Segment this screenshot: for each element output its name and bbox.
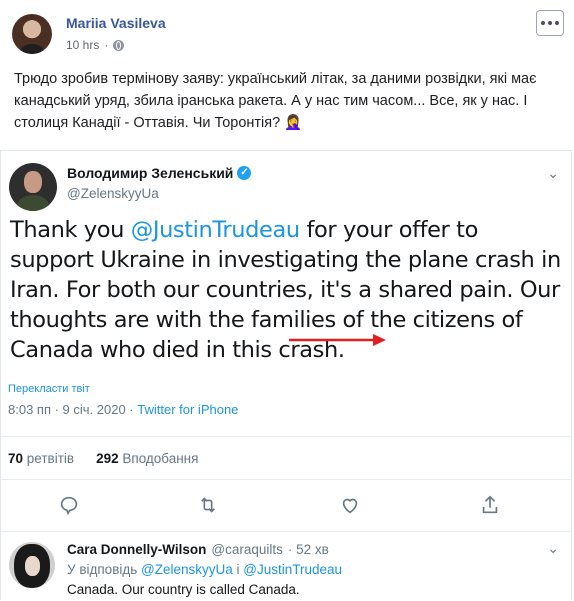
heart-icon[interactable] [339, 494, 361, 516]
chevron-down-icon[interactable]: ⌄ [547, 165, 559, 182]
tweet-time[interactable]: 8:03 пп · 9 січ. 2020 · [8, 402, 137, 417]
reply-handle[interactable]: @caraquilts [211, 542, 282, 557]
post-meta: 10 hrs · [66, 38, 125, 52]
translate-tweet-link[interactable]: Перекласти твіт [8, 383, 90, 395]
reply-text: Canada. Our country is called Canada. [67, 582, 300, 597]
tweet-text: Thank you @JustinTrudeau for your offer … [10, 215, 565, 365]
more-options-button[interactable] [536, 10, 564, 36]
facebook-post: Mariia Vasileva 10 hrs · Трюдо зробив те… [0, 0, 574, 150]
reply-mention[interactable]: @ZelenskyyUa [141, 562, 233, 577]
post-time[interactable]: 10 hrs [66, 38, 99, 52]
meta-separator: · [104, 38, 109, 52]
tweet-mention[interactable]: @JustinTrudeau [131, 217, 300, 243]
tweet-source[interactable]: Twitter for iPhone [137, 402, 238, 417]
reply-avatar[interactable] [9, 542, 55, 588]
likes-count: 292 [96, 450, 119, 466]
share-icon[interactable] [479, 494, 501, 516]
more-dot-icon [555, 21, 559, 25]
retweets-label: ретвітів [26, 450, 75, 466]
replying-and: і [232, 562, 244, 577]
likes-stat[interactable]: 292 Вподобання [96, 451, 198, 466]
reply-header: Cara Donnelly-Wilson @caraquilts · 52 хв [67, 542, 329, 557]
tweet-author[interactable]: Володимир Зеленський ✓ [67, 165, 252, 181]
more-dot-icon [541, 21, 545, 25]
author-name[interactable]: Mariia Vasileva [66, 15, 166, 31]
tweet-stats: 70 ретвітів 292 Вподобання [1, 436, 571, 480]
likes-label: Вподобання [122, 450, 199, 466]
globe-icon [113, 39, 125, 51]
retweets-count: 70 [8, 450, 24, 466]
chevron-down-icon[interactable]: ⌄ [547, 540, 559, 557]
tweet-avatar[interactable] [9, 163, 57, 211]
tweet-author-name: Володимир Зеленський [67, 165, 234, 181]
reply-tweet[interactable]: Cara Donnelly-Wilson @caraquilts · 52 хв… [1, 532, 571, 601]
more-dot-icon [548, 21, 552, 25]
reply-mention[interactable]: @JustinTrudeau [243, 562, 342, 577]
tweet-handle[interactable]: @ZelenskyyUa [67, 186, 159, 201]
post-text: Трюдо зробив термінову заяву: українськи… [14, 71, 537, 131]
replying-prefix: У відповідь [67, 562, 142, 577]
verified-badge-icon: ✓ [237, 166, 252, 180]
red-arrow-icon [289, 334, 386, 346]
reply-author-name[interactable]: Cara Donnelly-Wilson [67, 542, 206, 557]
reply-time[interactable]: · 52 хв [288, 542, 329, 557]
tweet-timestamp: 8:03 пп · 9 січ. 2020 · Twitter for iPho… [8, 402, 238, 417]
reply-icon[interactable] [58, 494, 80, 516]
retweets-stat[interactable]: 70 ретвітів [8, 451, 74, 466]
author-avatar[interactable] [12, 14, 52, 54]
tweet-text-part: Thank you [10, 217, 131, 243]
tweet-actions [1, 480, 571, 532]
embedded-tweet: Володимир Зеленський ✓ @ZelenskyyUa ⌄ Th… [0, 150, 572, 600]
replying-to: У відповідь @ZelenskyyUa і @JustinTrudea… [67, 562, 342, 577]
retweet-icon[interactable] [197, 494, 219, 516]
